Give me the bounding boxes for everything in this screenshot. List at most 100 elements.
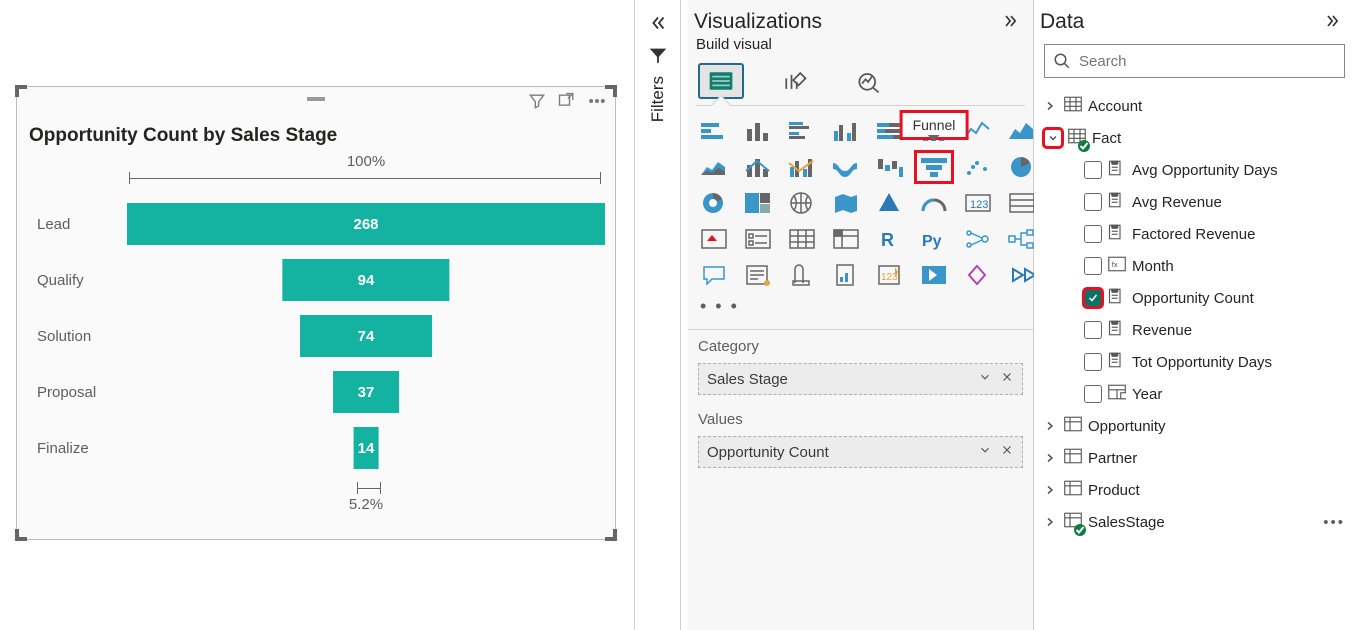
field-checkbox[interactable] — [1084, 289, 1102, 307]
treemap-icon[interactable] — [740, 188, 776, 218]
stacked-bar-chart-icon[interactable] — [696, 116, 732, 146]
table-icon — [1064, 96, 1082, 116]
category-label: Lead — [37, 216, 127, 233]
remove-field-icon[interactable] — [1000, 443, 1014, 461]
field-checkbox[interactable] — [1084, 225, 1102, 243]
filters-pane-label[interactable]: Filters — [648, 76, 668, 122]
key-influencers-icon[interactable] — [960, 224, 996, 254]
search-input[interactable] — [1079, 53, 1336, 70]
funnel-chart-icon[interactable]: Funnel — [916, 152, 952, 182]
card-icon[interactable]: 123 — [960, 188, 996, 218]
power-apps-icon[interactable]: 123 — [872, 260, 908, 290]
stacked-column-chart-icon[interactable] — [740, 116, 776, 146]
funnel-chart: 100% Lead 268 Qualify 94 Solution 74 Pro… — [37, 153, 605, 529]
table-fact[interactable]: Fact — [1044, 122, 1351, 154]
apps-icon[interactable] — [960, 260, 996, 290]
line-clustered-column-icon[interactable] — [784, 152, 820, 182]
filled-map-icon[interactable] — [828, 188, 864, 218]
field-row[interactable]: fxMonth — [1044, 250, 1351, 282]
table-opportunity[interactable]: Opportunity — [1044, 410, 1351, 442]
more-options-icon[interactable] — [587, 91, 607, 114]
table-partner[interactable]: Partner — [1044, 442, 1351, 474]
chevron-down-icon[interactable] — [978, 370, 992, 388]
category-well-label: Category — [698, 338, 1023, 355]
measure-icon — [1108, 288, 1126, 308]
field-label: Tot Opportunity Days — [1132, 354, 1272, 371]
resize-handle-top[interactable] — [307, 97, 325, 101]
data-pane-title: Data — [1040, 10, 1084, 34]
field-label: Revenue — [1132, 322, 1192, 339]
search-box[interactable] — [1044, 44, 1345, 78]
field-checkbox[interactable] — [1084, 161, 1102, 179]
waterfall-chart-icon[interactable] — [872, 152, 908, 182]
field-checkbox[interactable] — [1084, 353, 1102, 371]
remove-field-icon[interactable] — [1000, 370, 1014, 388]
table-icon — [1064, 416, 1082, 436]
fields-tree: Account Fact Avg Opportunity DaysAvg Rev… — [1034, 86, 1355, 538]
format-visual-tab[interactable] — [772, 63, 818, 99]
tooltip: Funnel — [900, 110, 969, 140]
smart-narrative-icon[interactable] — [740, 260, 776, 290]
table-account[interactable]: Account — [1044, 90, 1351, 122]
field-checkbox[interactable] — [1084, 385, 1102, 403]
field-row[interactable]: Year — [1044, 378, 1351, 410]
stacked-area-chart-icon[interactable] — [696, 152, 732, 182]
kpi-icon[interactable] — [696, 224, 732, 254]
field-row[interactable]: Avg Opportunity Days — [1044, 154, 1351, 186]
expand-filters-icon[interactable] — [640, 12, 676, 37]
visual-types-gallery: Funnel 123 R Py 123 — [688, 106, 1033, 290]
funnel-bar: 74 — [300, 315, 432, 357]
more-visuals-button[interactable]: • • • — [688, 290, 1033, 325]
table-icon — [1064, 448, 1082, 468]
azure-map-icon[interactable] — [872, 188, 908, 218]
field-label: Opportunity Count — [1132, 290, 1254, 307]
line-stacked-column-icon[interactable] — [740, 152, 776, 182]
field-row[interactable]: Tot Opportunity Days — [1044, 346, 1351, 378]
r-visual-icon[interactable]: R — [872, 224, 908, 254]
analytics-tab[interactable] — [846, 63, 892, 99]
field-label: Year — [1132, 386, 1162, 403]
slicer-icon[interactable] — [740, 224, 776, 254]
clustered-bar-chart-icon[interactable] — [784, 116, 820, 146]
values-field-well[interactable]: Opportunity Count — [698, 436, 1023, 468]
field-checkbox[interactable] — [1084, 321, 1102, 339]
goals-icon[interactable] — [784, 260, 820, 290]
clustered-column-chart-icon[interactable] — [828, 116, 864, 146]
scatter-chart-icon[interactable] — [960, 152, 996, 182]
table-icon[interactable] — [784, 224, 820, 254]
values-well-label: Values — [698, 411, 1023, 428]
collapse-data-pane-icon[interactable] — [1323, 11, 1343, 34]
field-row[interactable]: Factored Revenue — [1044, 218, 1351, 250]
table-product[interactable]: Product — [1044, 474, 1351, 506]
donut-chart-icon[interactable] — [696, 188, 732, 218]
field-checkbox[interactable] — [1084, 257, 1102, 275]
field-row[interactable]: Opportunity Count — [1044, 282, 1351, 314]
category-field-well[interactable]: Sales Stage — [698, 363, 1023, 395]
field-row[interactable]: Avg Revenue — [1044, 186, 1351, 218]
chart-visual-frame[interactable]: Opportunity Count by Sales Stage 100% Le… — [16, 86, 616, 540]
power-automate-icon[interactable] — [916, 260, 952, 290]
scale-line-bottom — [357, 482, 381, 494]
build-visual-tab[interactable] — [698, 63, 744, 99]
filter-icon[interactable] — [527, 91, 547, 114]
qa-visual-icon[interactable] — [696, 260, 732, 290]
field-checkbox[interactable] — [1084, 193, 1102, 211]
resize-handle-br[interactable] — [605, 529, 617, 541]
filters-icon — [640, 45, 676, 70]
paginated-report-icon[interactable] — [828, 260, 864, 290]
collapse-pane-icon[interactable] — [1001, 11, 1021, 34]
field-row[interactable]: Revenue — [1044, 314, 1351, 346]
ribbon-chart-icon[interactable] — [828, 152, 864, 182]
gauge-icon[interactable] — [916, 188, 952, 218]
chevron-down-icon[interactable] — [978, 443, 992, 461]
more-options-icon[interactable]: ••• — [1323, 514, 1345, 531]
map-icon[interactable] — [784, 188, 820, 218]
table-salesstage[interactable]: SalesStage ••• — [1044, 506, 1351, 538]
expand-checkbox[interactable] — [1044, 129, 1062, 147]
focus-mode-icon[interactable] — [557, 91, 577, 114]
resize-handle-bl[interactable] — [15, 529, 27, 541]
python-visual-icon[interactable]: Py — [916, 224, 952, 254]
resize-handle-tl[interactable] — [15, 85, 27, 97]
matrix-icon[interactable] — [828, 224, 864, 254]
measure-icon — [1108, 224, 1126, 244]
